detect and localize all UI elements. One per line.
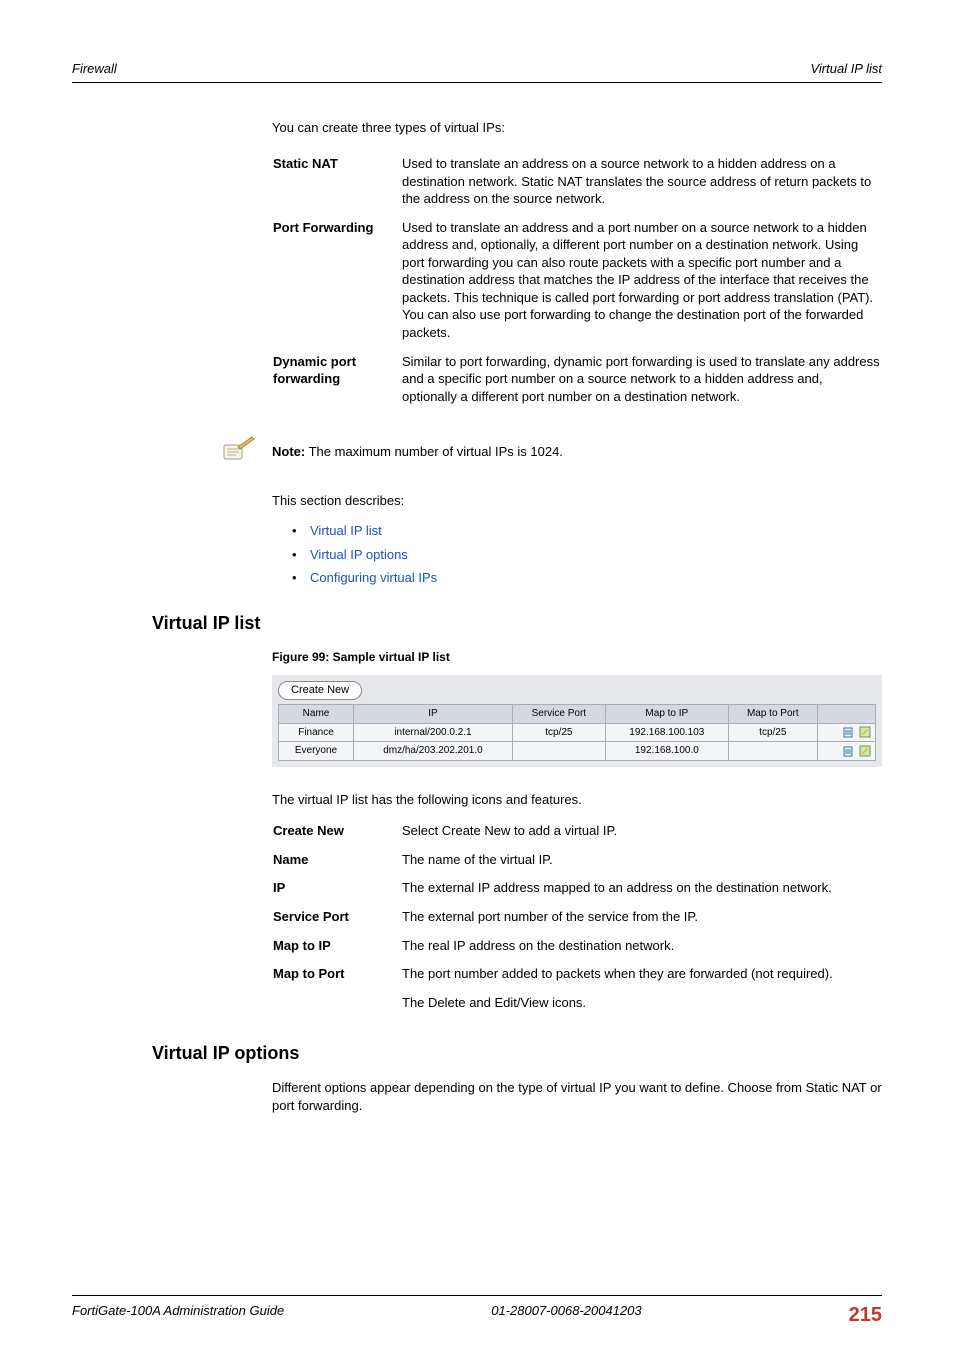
feat-term: Map to IP	[272, 936, 401, 965]
edit-icon[interactable]	[859, 745, 871, 757]
cell-name: Everyone	[279, 742, 354, 761]
features-intro: The virtual IP list has the following ic…	[272, 791, 882, 809]
feat-desc: The real IP address on the destination n…	[401, 936, 882, 965]
header-right: Virtual IP list	[810, 60, 882, 78]
note-block: Note: The maximum number of virtual IPs …	[222, 435, 882, 468]
col-ip: IP	[354, 705, 513, 724]
cell-map-ip: 192.168.100.103	[605, 723, 728, 742]
note-body: The maximum number of virtual IPs is 102…	[305, 444, 563, 459]
intro-text: You can create three types of virtual IP…	[272, 119, 882, 137]
figure-caption: Figure 99: Sample virtual IP list	[272, 649, 882, 665]
delete-icon[interactable]	[842, 726, 854, 738]
type-desc: Used to translate an address on a source…	[401, 154, 882, 218]
links-list: Virtual IP list Virtual IP options Confi…	[272, 522, 882, 587]
table-row: Everyone dmz/ha/203.202.201.0 192.168.10…	[279, 742, 876, 761]
note-text: Note: The maximum number of virtual IPs …	[272, 443, 563, 461]
table-row: Finance internal/200.0.2.1 tcp/25 192.16…	[279, 723, 876, 742]
type-term: Static NAT	[272, 154, 401, 218]
footer-left: FortiGate-100A Administration Guide	[72, 1302, 284, 1329]
note-icon	[222, 435, 256, 468]
section-heading-vip-options: Virtual IP options	[152, 1041, 882, 1065]
type-desc: Similar to port forwarding, dynamic port…	[401, 352, 882, 416]
describes-text: This section describes:	[272, 492, 882, 510]
feat-term: Service Port	[272, 907, 401, 936]
types-table: Static NAT Used to translate an address …	[272, 154, 882, 415]
section-heading-vip-list: Virtual IP list	[152, 611, 882, 635]
feat-term: Name	[272, 850, 401, 879]
features-table: Create NewSelect Create New to add a vir…	[272, 821, 882, 1021]
footer-center: 01-28007-0068-20041203	[491, 1302, 641, 1329]
col-service-port: Service Port	[512, 705, 605, 724]
cell-ip: internal/200.0.2.1	[354, 723, 513, 742]
link-virtual-ip-list[interactable]: Virtual IP list	[310, 523, 382, 538]
col-actions	[817, 705, 875, 724]
feat-desc: The port number added to packets when th…	[401, 964, 882, 993]
note-label: Note:	[272, 444, 305, 459]
feat-term: Create New	[272, 821, 401, 850]
edit-icon[interactable]	[859, 726, 871, 738]
cell-name: Finance	[279, 723, 354, 742]
col-map-to-port: Map to Port	[728, 705, 817, 724]
type-term: Dynamic port forwarding	[272, 352, 401, 416]
page-number: 215	[849, 1302, 882, 1329]
feat-desc: The external IP address mapped to an add…	[401, 878, 882, 907]
feat-term	[272, 993, 401, 1022]
feat-term: Map to Port	[272, 964, 401, 993]
col-map-to-ip: Map to IP	[605, 705, 728, 724]
type-desc: Used to translate an address and a port …	[401, 218, 882, 352]
header-left: Firewall	[72, 60, 117, 78]
cell-actions	[817, 742, 875, 761]
page-footer: FortiGate-100A Administration Guide 01-2…	[72, 1295, 882, 1329]
feat-desc: The external port number of the service …	[401, 907, 882, 936]
page-header: Firewall Virtual IP list	[72, 60, 882, 83]
cell-map-port: tcp/25	[728, 723, 817, 742]
vip-table: Name IP Service Port Map to IP Map to Po…	[278, 704, 876, 761]
feat-desc: The name of the virtual IP.	[401, 850, 882, 879]
figure-screenshot: Create New Name IP Service Port Map to I…	[272, 675, 882, 766]
create-new-button[interactable]: Create New	[278, 681, 362, 700]
feat-desc: The Delete and Edit/View icons.	[401, 993, 882, 1022]
delete-icon[interactable]	[842, 745, 854, 757]
type-term: Port Forwarding	[272, 218, 401, 352]
feat-desc: Select Create New to add a virtual IP.	[401, 821, 882, 850]
cell-service-port: tcp/25	[512, 723, 605, 742]
cell-service-port	[512, 742, 605, 761]
section2-text: Different options appear depending on th…	[272, 1079, 882, 1114]
feat-term: IP	[272, 878, 401, 907]
cell-map-port	[728, 742, 817, 761]
link-virtual-ip-options[interactable]: Virtual IP options	[310, 547, 408, 562]
cell-actions	[817, 723, 875, 742]
link-configuring-virtual-ips[interactable]: Configuring virtual IPs	[310, 570, 437, 585]
cell-ip: dmz/ha/203.202.201.0	[354, 742, 513, 761]
col-name: Name	[279, 705, 354, 724]
cell-map-ip: 192.168.100.0	[605, 742, 728, 761]
